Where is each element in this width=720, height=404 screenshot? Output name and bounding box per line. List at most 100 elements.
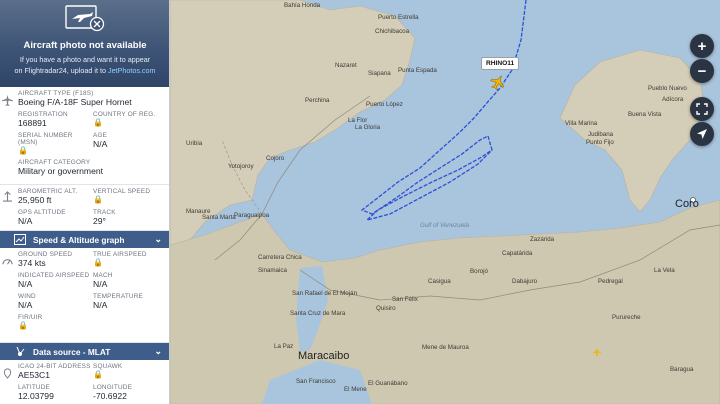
map-label: San Félix [392,296,418,303]
map-label: Baragua [670,366,694,373]
data-source-label: Data source - MLAT [33,346,111,357]
map-label: San Rafael de El Moján [292,290,358,297]
map-label: Carretera Chica [258,254,302,261]
wind-label: WIND [18,293,36,300]
map-label: Villa Marina [565,120,598,127]
aircraft-callsign-label[interactable]: RHINO11 [481,57,520,70]
map-label-city: Maracaibo [298,350,350,362]
map-label: El Mene [344,386,367,393]
photo-unavailable-title: Aircraft photo not available [23,40,147,51]
map-label: Judibana [588,131,614,138]
gps-alt-label: GPS ALTITUDE [18,209,66,216]
map-label: La Flor [348,117,368,124]
latitude-value: 12.03799 [18,391,54,401]
aircraft-info-panel: Aircraft photo not available If you have… [0,0,170,404]
speed-altitude-graph-toggle[interactable]: Speed & Altitude graph ⌄ [0,231,169,248]
track-value: 29° [93,216,106,226]
zoom-out-icon: − [697,62,707,80]
temperature-value: N/A [93,300,108,310]
map-label: Purureche [612,314,641,321]
gps-alt-value: N/A [18,216,33,226]
fir-label: FIR/UIR [18,314,43,321]
lock-icon: 🔒 [18,146,28,155]
map-label: El Guanábano [368,380,408,387]
map-label: Nazaret [335,62,357,69]
longitude-label: LONGITUDE [93,384,133,391]
speed-graph-icon [14,234,26,245]
chevron-down-icon: ⌄ [154,346,162,356]
map-label: Casigua [428,278,451,285]
map-label: La Paz [274,343,294,350]
fullscreen-icon [696,103,708,115]
map-label: Sinamaica [258,267,287,274]
photo-upload-line2: on Flightradar24, upload it to [14,66,108,75]
icao-value: AE53C1 [18,370,51,380]
speed-section: GROUND SPEED 374 kts TRUE AIRSPEED 🔒 IND… [0,248,169,343]
indicated-airspeed-value: N/A [18,279,33,289]
lock-icon: 🔒 [93,370,103,379]
jetphotos-link[interactable]: JetPhotos.com [108,66,156,75]
longitude-value: -70.6922 [93,391,127,401]
photo-upload-message: If you have a photo and want it to appea… [4,54,166,76]
lock-icon: 🔒 [18,321,28,330]
vertical-speed-label: VERTICAL SPEED [93,188,151,195]
map-label: San Francisco [296,378,336,385]
icao-label: ICAO 24-BIT ADDRESS [18,363,91,370]
map-label: Bahía Honda [284,2,321,9]
photo-upload-line1: If you have a photo and want it to appea… [19,55,151,64]
map-label: Mene de Mauroa [422,344,469,351]
data-source-toggle[interactable]: Data source - MLAT ⌄ [0,343,169,360]
category-value: Military or government [18,166,104,176]
zoom-in-button[interactable]: + [690,34,714,58]
map-label: Paraguaipoa [234,212,270,219]
registration-value: 168891 [18,118,47,128]
category-label: AIRCRAFT CATEGORY [18,159,91,166]
map-label: Borojó [470,268,488,275]
lock-icon: 🔒 [93,118,103,127]
track-label: TRACK [93,209,116,216]
baro-alt-label: BAROMETRIC ALT. [18,188,78,195]
map-label: La Gloria [355,124,381,131]
altitude-section: BAROMETRIC ALT. 25,950 ft VERTICAL SPEED… [0,185,169,231]
indicated-airspeed-label: INDICATED AIRSPEED [18,272,90,279]
squawk-label: SQUAWK [93,363,123,370]
radar-icon [16,346,25,356]
true-airspeed-label: TRUE AIRSPEED [93,251,147,258]
mach-label: MACH [93,272,113,279]
fullscreen-button[interactable] [690,97,714,121]
wind-value: N/A [18,300,33,310]
map-label: Santa Cruz de Mara [290,310,346,317]
country-label: COUNTRY OF REG. [93,111,156,118]
age-value: N/A [93,139,108,149]
map-label: Puerto Estrella [378,14,419,21]
map-label-city: Coro [675,198,699,210]
aircraft-type-value: Boeing F/A-18F Super Hornet [18,97,132,107]
latitude-label: LATITUDE [18,384,51,391]
chevron-down-icon: ⌄ [154,234,162,244]
map-label: Pedregal [598,278,623,285]
zoom-out-button[interactable]: − [690,59,714,83]
map-label: Adícora [662,96,684,103]
age-label: AGE [93,132,108,139]
map-label: Uribia [186,140,203,147]
lock-icon: 🔒 [93,195,103,204]
map-label: La Vela [654,267,675,274]
aircraft-info-section: AIRCRAFT TYPE (F18S) Boeing F/A-18F Supe… [0,87,169,185]
map-label: Yotojoroy [228,163,254,170]
camera-off-icon [65,5,105,32]
map-label: Dabajuro [512,278,538,285]
map-label: Pueblo Nuevo [648,85,687,92]
map-label: Zazárida [530,236,555,243]
map-label: Capatárida [502,250,533,257]
baro-alt-value: 25,950 ft [18,195,52,205]
lock-icon: 🔒 [93,258,103,267]
aircraft-type-label: AIRCRAFT TYPE (F18S) [18,90,94,97]
map-label: Gulf of Venezuela [420,222,469,229]
compass-button[interactable] [690,122,714,146]
compass-icon [697,129,707,139]
map-label: Cojoro [266,155,285,162]
serial-label: SERIAL NUMBER (MSN) [18,132,73,146]
location-icon [3,368,11,379]
data-source-section: ICAO 24-BIT ADDRESS AE53C1 SQUAWK 🔒 LATI… [0,360,169,404]
speed-icon [1,259,13,265]
